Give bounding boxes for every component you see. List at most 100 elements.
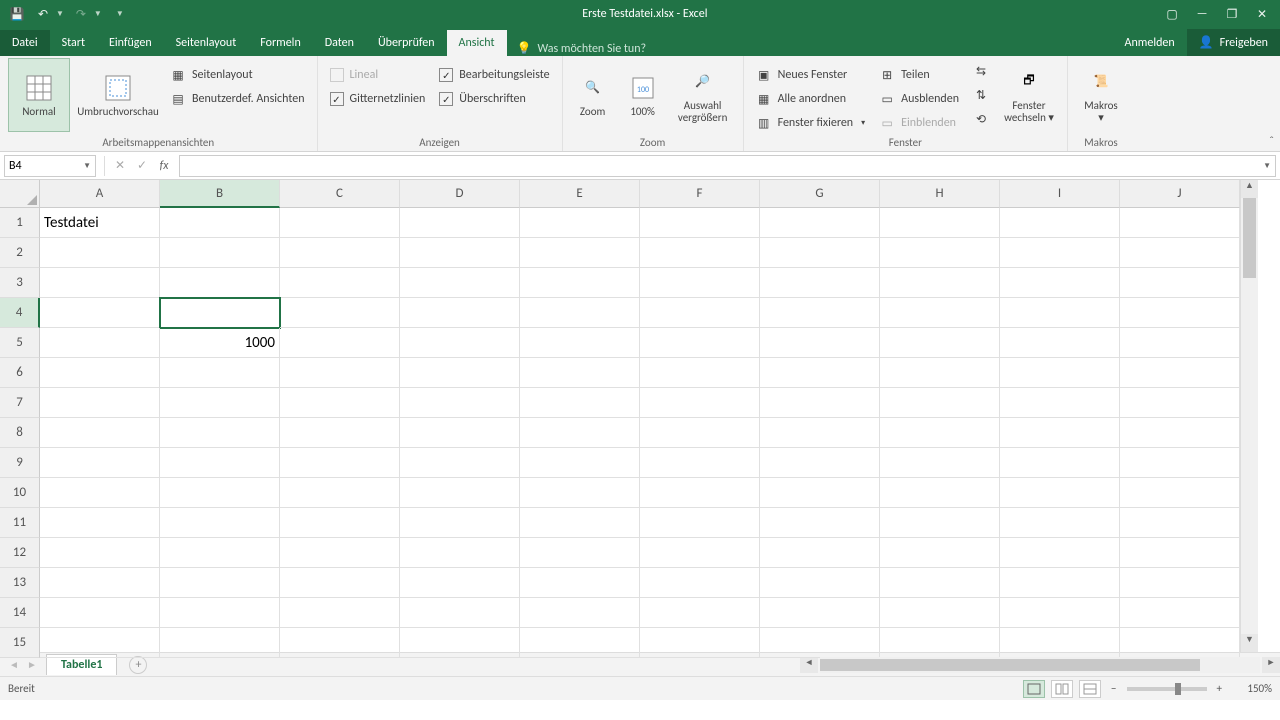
sync-scroll-button[interactable]: ⇆: [969, 60, 993, 82]
view-normal-button[interactable]: [1023, 680, 1045, 698]
cell-C8[interactable]: [280, 418, 400, 448]
cell-F12[interactable]: [640, 538, 760, 568]
zoom-slider-thumb[interactable]: [1175, 683, 1181, 695]
cell-H10[interactable]: [880, 478, 1000, 508]
cell-H1[interactable]: [880, 208, 1000, 238]
cell-C3[interactable]: [280, 268, 400, 298]
cell-J13[interactable]: [1120, 568, 1240, 598]
cell-D15[interactable]: [400, 628, 520, 658]
cell-D1[interactable]: [400, 208, 520, 238]
qat-customize-icon[interactable]: ▼: [116, 9, 124, 19]
cell-H8[interactable]: [880, 418, 1000, 448]
cell-F1[interactable]: [640, 208, 760, 238]
row-header-9[interactable]: 9: [0, 448, 40, 478]
cell-G8[interactable]: [760, 418, 880, 448]
col-header-A[interactable]: A: [40, 180, 160, 208]
tab-formeln[interactable]: Formeln: [248, 30, 312, 56]
cell-D5[interactable]: [400, 328, 520, 358]
cell-H7[interactable]: [880, 388, 1000, 418]
row-header-10[interactable]: 10: [0, 478, 40, 508]
row-header-6[interactable]: 6: [0, 358, 40, 388]
sheet-nav-prev-icon[interactable]: ◄: [6, 657, 22, 673]
cell-I7[interactable]: [1000, 388, 1120, 418]
cell-D4[interactable]: [400, 298, 520, 328]
scroll-up-icon[interactable]: ▲: [1241, 180, 1258, 198]
cell-A6[interactable]: [40, 358, 160, 388]
tell-me-search[interactable]: 💡 Was möchten Sie tun?: [507, 41, 657, 56]
cell-F14[interactable]: [640, 598, 760, 628]
namebox-dropdown-icon[interactable]: ▼: [83, 161, 91, 171]
cell-J6[interactable]: [1120, 358, 1240, 388]
cell-E1[interactable]: [520, 208, 640, 238]
cell-A5[interactable]: [40, 328, 160, 358]
cell-F3[interactable]: [640, 268, 760, 298]
tab-ueberpruefen[interactable]: Überprüfen: [366, 30, 447, 56]
cell-B13[interactable]: [160, 568, 280, 598]
cell-C12[interactable]: [280, 538, 400, 568]
cell-I10[interactable]: [1000, 478, 1120, 508]
cell-I14[interactable]: [1000, 598, 1120, 628]
fenster-wechseln-button[interactable]: 🗗 Fensterwechseln ▾: [999, 58, 1059, 132]
cell-C2[interactable]: [280, 238, 400, 268]
confirm-icon[interactable]: ✓: [131, 155, 153, 177]
cell-G14[interactable]: [760, 598, 880, 628]
cell-D3[interactable]: [400, 268, 520, 298]
row-header-8[interactable]: 8: [0, 418, 40, 448]
cell-I9[interactable]: [1000, 448, 1120, 478]
scroll-right-icon[interactable]: ►: [1262, 657, 1280, 673]
col-header-B[interactable]: B: [160, 180, 280, 208]
cell-D10[interactable]: [400, 478, 520, 508]
cell-G3[interactable]: [760, 268, 880, 298]
cell-E14[interactable]: [520, 598, 640, 628]
cell-A10[interactable]: [40, 478, 160, 508]
cell-A11[interactable]: [40, 508, 160, 538]
cell-F10[interactable]: [640, 478, 760, 508]
cell-B1[interactable]: [160, 208, 280, 238]
undo-icon[interactable]: ↶: [34, 5, 52, 23]
cell-B14[interactable]: [160, 598, 280, 628]
cell-J5[interactable]: [1120, 328, 1240, 358]
cell-E15[interactable]: [520, 628, 640, 658]
zoom-100-button[interactable]: 100 100%: [621, 58, 665, 132]
cancel-icon[interactable]: ✕: [109, 155, 131, 177]
cell-D9[interactable]: [400, 448, 520, 478]
cell-I3[interactable]: [1000, 268, 1120, 298]
vscroll-thumb[interactable]: [1243, 198, 1256, 278]
cell-J10[interactable]: [1120, 478, 1240, 508]
redo-dropdown-icon[interactable]: ▼: [94, 9, 102, 19]
cell-C5[interactable]: [280, 328, 400, 358]
cell-G15[interactable]: [760, 628, 880, 658]
cell-I4[interactable]: [1000, 298, 1120, 328]
row-header-7[interactable]: 7: [0, 388, 40, 418]
cell-B15[interactable]: [160, 628, 280, 658]
cell-C4[interactable]: [280, 298, 400, 328]
cell-F5[interactable]: [640, 328, 760, 358]
cell-G2[interactable]: [760, 238, 880, 268]
hscroll-thumb[interactable]: [820, 659, 1200, 671]
row-header-15[interactable]: 15: [0, 628, 40, 658]
zoom-selection-button[interactable]: 🔎 Auswahlvergrößern: [671, 58, 735, 132]
cell-C14[interactable]: [280, 598, 400, 628]
cell-C9[interactable]: [280, 448, 400, 478]
cell-E5[interactable]: [520, 328, 640, 358]
cell-F15[interactable]: [640, 628, 760, 658]
cell-A8[interactable]: [40, 418, 160, 448]
cell-B7[interactable]: [160, 388, 280, 418]
cell-H11[interactable]: [880, 508, 1000, 538]
cell-B11[interactable]: [160, 508, 280, 538]
cell-H3[interactable]: [880, 268, 1000, 298]
cell-C11[interactable]: [280, 508, 400, 538]
minimize-icon[interactable]: —: [1188, 3, 1216, 25]
add-sheet-button[interactable]: +: [129, 656, 147, 674]
zoom-level[interactable]: 150%: [1232, 682, 1272, 695]
cells-area[interactable]: Testdatei1000: [40, 208, 1240, 658]
cell-H4[interactable]: [880, 298, 1000, 328]
col-header-F[interactable]: F: [640, 180, 760, 208]
formula-expand-icon[interactable]: ▼: [1263, 161, 1271, 171]
cell-F2[interactable]: [640, 238, 760, 268]
cell-C6[interactable]: [280, 358, 400, 388]
cell-A7[interactable]: [40, 388, 160, 418]
cell-I5[interactable]: [1000, 328, 1120, 358]
cell-B6[interactable]: [160, 358, 280, 388]
cell-H14[interactable]: [880, 598, 1000, 628]
